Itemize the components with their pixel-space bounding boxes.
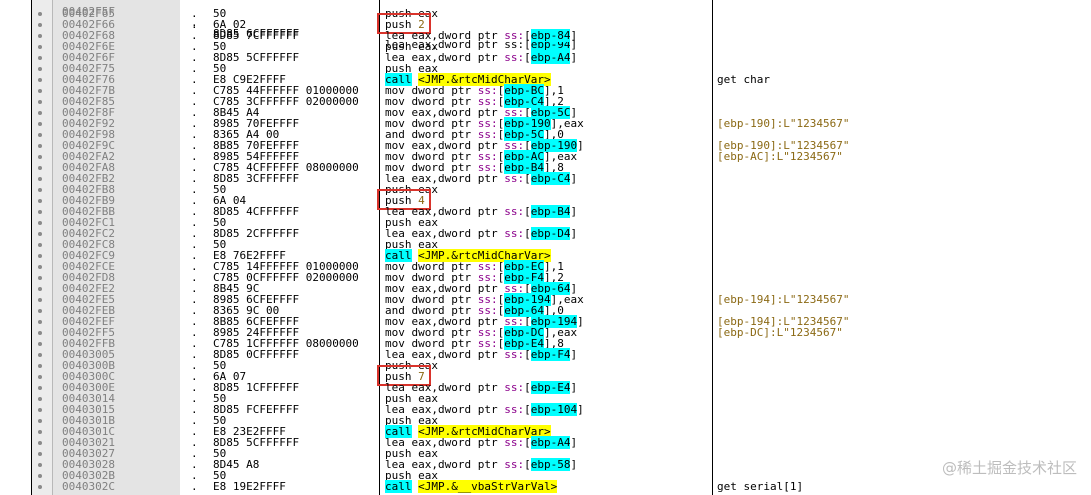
mnemonic: call	[385, 480, 412, 493]
breakpoint-dot-icon[interactable]	[38, 133, 42, 137]
comment: [ebp-194]:L"1234567"	[717, 293, 850, 306]
breakpoint-dot-icon[interactable]	[38, 276, 42, 280]
disasm-row[interactable]: 00402FB2. 8D85 3CFFFFFF lea eax,dword ptr …	[0, 172, 1091, 185]
breakpoint-dot-icon[interactable]	[38, 485, 42, 489]
comment: get serial[1]	[717, 480, 804, 493]
breakpoint-dot-icon[interactable]	[38, 408, 42, 412]
breakpoint-dot-icon[interactable]	[38, 474, 42, 478]
breakpoint-dot-icon[interactable]	[38, 419, 42, 423]
breakpoint-dot-icon[interactable]	[38, 199, 42, 203]
breakpoint-dot-icon[interactable]	[38, 441, 42, 445]
breakpoint-dot-icon[interactable]	[38, 331, 42, 335]
call-target: <JMP.&__vbaStrVarVal>	[418, 480, 558, 493]
comment: [ebp-DC]:L"1234567"	[717, 326, 843, 339]
breakpoint-dot-icon[interactable]	[38, 45, 42, 49]
breakpoint-dot-icon[interactable]	[38, 320, 42, 324]
breakpoint-dot-icon[interactable]	[38, 67, 42, 71]
breakpoint-dot-icon[interactable]	[38, 23, 42, 27]
breakpoint-dot-icon[interactable]	[38, 111, 42, 115]
breakpoint-dot-icon[interactable]	[38, 56, 42, 60]
breakpoint-dot-icon[interactable]	[38, 78, 42, 82]
row-dot: .	[191, 480, 198, 493]
disasm-row[interactable]: 00403015. 8D85 FCFEFFFF lea eax,dword ptr …	[0, 403, 1091, 416]
breakpoint-dot-icon[interactable]	[38, 287, 42, 291]
breakpoint-dot-icon[interactable]	[38, 232, 42, 236]
breakpoint-dot-icon[interactable]	[38, 177, 42, 181]
watermark: @稀土掘金技术社区	[941, 459, 1077, 477]
disasm-row[interactable]: 00403028. 8D45 A8 lea eax,dword ptr ss:[eb…	[0, 458, 1091, 471]
opcode-bytes: E8 19E2FFFF	[213, 480, 286, 493]
breakpoint-dot-icon[interactable]	[38, 144, 42, 148]
breakpoint-dot-icon[interactable]	[38, 353, 42, 357]
disasm-row[interactable]: 0040302C. E8 19E2FFFF call <JMP.&__vbaStrV…	[0, 480, 1091, 493]
breakpoint-dot-icon[interactable]	[38, 386, 42, 390]
breakpoint-dot-icon[interactable]	[38, 243, 42, 247]
breakpoint-dot-icon[interactable]	[38, 397, 42, 401]
breakpoint-dot-icon[interactable]	[38, 463, 42, 467]
disasm-row[interactable]: 00402F65. 50 push eax	[0, 8, 1091, 19]
breakpoint-dot-icon[interactable]	[38, 265, 42, 269]
disasm-row[interactable]: 00403005. 8D85 0CFFFFFF lea eax,dword ptr …	[0, 348, 1091, 361]
breakpoint-dot-icon[interactable]	[38, 364, 42, 368]
breakpoint-dot-icon[interactable]	[38, 430, 42, 434]
comment: get char	[717, 73, 770, 86]
comment: [ebp-190]:L"1234567"	[717, 117, 850, 130]
breakpoint-dot-icon[interactable]	[38, 122, 42, 126]
breakpoint-dot-icon[interactable]	[38, 12, 42, 16]
breakpoint-dot-icon[interactable]	[38, 221, 42, 225]
breakpoint-dot-icon[interactable]	[38, 34, 42, 38]
breakpoint-dot-icon[interactable]	[38, 155, 42, 159]
address: 0040302C	[62, 480, 115, 493]
breakpoint-dot-icon[interactable]	[38, 188, 42, 192]
breakpoint-dot-icon[interactable]	[38, 100, 42, 104]
instruction: call <JMP.&__vbaStrVarVal>	[385, 480, 558, 493]
disasm-row[interactable]: 00402FBB. 8D85 4CFFFFFF lea eax,dword ptr …	[0, 205, 1091, 218]
disasm-row-partial[interactable]: 00402F5F . 8D85 6CFFFFFF lea eax,dword p…	[0, 0, 1091, 51]
breakpoint-dot-icon[interactable]	[38, 210, 42, 214]
breakpoint-dot-icon[interactable]	[38, 309, 42, 313]
comment: [ebp-AC]:L"1234567"	[717, 150, 843, 163]
breakpoint-dot-icon[interactable]	[38, 452, 42, 456]
breakpoint-dot-icon[interactable]	[38, 375, 42, 379]
disasm-row[interactable]: 00403021. 8D85 5CFFFFFF lea eax,dword ptr …	[0, 436, 1091, 449]
disasm-row[interactable]: 0040300E. 8D85 1CFFFFFF lea eax,dword ptr …	[0, 381, 1091, 394]
disasm-row[interactable]: 0040300B. 50 push eax	[0, 360, 1091, 371]
disasm-row[interactable]: 00402F6F. 8D85 5CFFFFFF lea eax,dword ptr …	[0, 51, 1091, 64]
disasm-row[interactable]: 00402FB8. 50 push eax	[0, 184, 1091, 195]
breakpoint-dot-icon[interactable]	[38, 89, 42, 93]
breakpoint-dot-icon[interactable]	[38, 342, 42, 346]
breakpoint-dot-icon[interactable]	[38, 166, 42, 170]
breakpoint-dot-icon[interactable]	[38, 254, 42, 258]
disasm-row[interactable]: 00402FC2. 8D85 2CFFFFFF lea eax,dword ptr …	[0, 227, 1091, 240]
disasm-row[interactable]: 00402F68. 8D85 7CFFFFFF lea eax,dword ptr …	[0, 29, 1091, 42]
breakpoint-dot-icon[interactable]	[38, 298, 42, 302]
